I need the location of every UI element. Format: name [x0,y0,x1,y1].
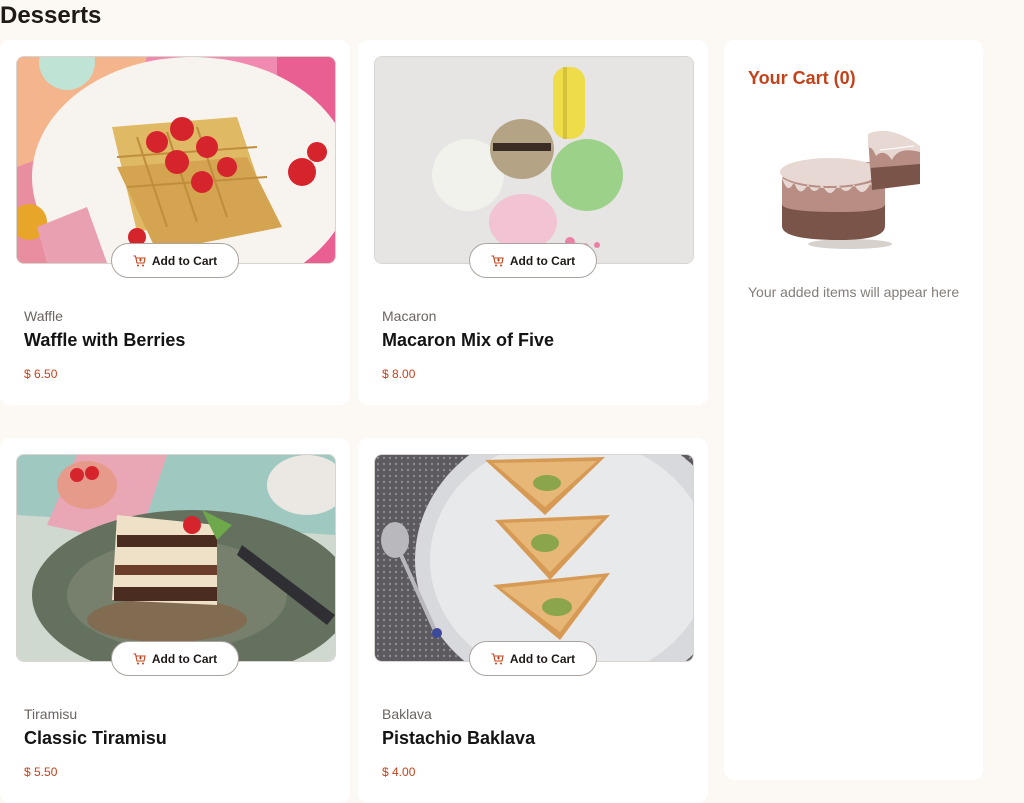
product-price: $ 4.00 [382,765,416,779]
add-to-cart-label: Add to Cart [509,253,576,268]
cart-plus-icon [133,652,146,664]
product-card-baklava: Add to Cart Baklava Pistachio Baklava $ … [358,438,708,803]
waffle-photo [16,56,336,264]
cart-empty-message: Your added items will appear here [748,284,960,300]
product-name: Classic Tiramisu [24,728,167,748]
product-category: Baklava [382,706,432,722]
empty-cake-illustration [780,126,930,261]
cart-panel: Your Cart (0) Your added items will appe… [724,40,983,780]
product-card-waffle: Add to Cart Waffle Waffle with Berries $… [0,40,350,405]
add-to-cart-button[interactable]: Add to Cart [111,641,239,676]
product-price: $ 6.50 [24,367,58,381]
product-card-macaron: Add to Cart Macaron Macaron Mix of Five … [358,40,708,405]
product-price: $ 8.00 [382,367,416,381]
page-title: Desserts [0,2,102,29]
cart-title: Your Cart (0) [748,68,856,88]
add-to-cart-label: Add to Cart [151,253,218,268]
product-category: Tiramisu [24,706,78,722]
cart-plus-icon [491,254,504,266]
product-name: Pistachio Baklava [382,728,536,748]
product-card-tiramisu: Add to Cart Tiramisu Classic Tiramisu $ … [0,438,350,803]
product-name: Waffle with Berries [24,330,186,350]
tiramisu-photo [16,454,336,662]
add-to-cart-button[interactable]: Add to Cart [469,243,597,278]
add-to-cart-label: Add to Cart [151,651,218,666]
product-name: Macaron Mix of Five [382,330,555,350]
cart-plus-icon [133,254,146,266]
baklava-photo [374,454,694,662]
add-to-cart-label: Add to Cart [509,651,576,666]
macaron-photo [374,56,694,264]
add-to-cart-button[interactable]: Add to Cart [111,243,239,278]
add-to-cart-button[interactable]: Add to Cart [469,641,597,676]
product-category: Macaron [382,308,437,324]
product-price: $ 5.50 [24,765,58,779]
cart-plus-icon [491,652,504,664]
product-category: Waffle [24,308,63,324]
